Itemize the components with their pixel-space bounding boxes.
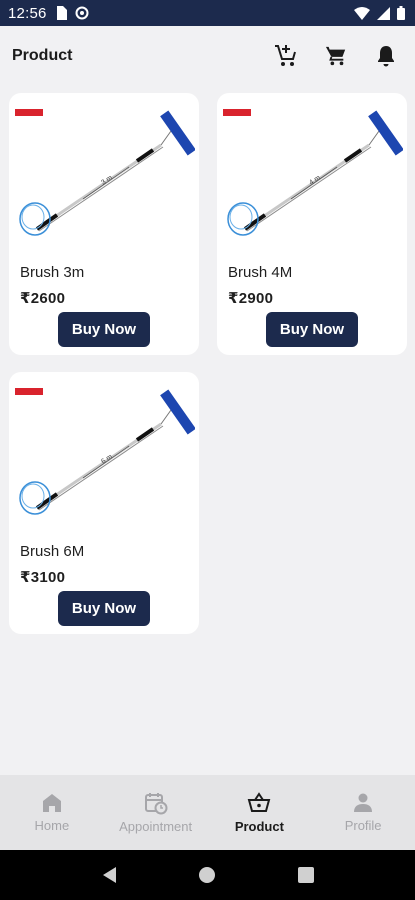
calendar-clock-icon	[144, 793, 168, 815]
product-image: 3 m	[19, 110, 195, 236]
basket-icon	[248, 792, 271, 812]
nav-label: Home	[34, 818, 70, 833]
status-left: 12:56	[8, 5, 89, 22]
bottom-nav: Home Appointment Product Profile	[0, 775, 415, 850]
product-name: Brush 6M	[20, 543, 85, 560]
home-icon	[42, 794, 61, 812]
page-title: Product	[12, 47, 73, 64]
product-grid: 3 m Brush 3m ₹2600 Buy Now 4 m Brush 4M …	[9, 93, 407, 634]
product-card[interactable]: 6 m Brush 6M ₹3100 Buy Now	[9, 372, 199, 634]
wifi-icon	[354, 6, 370, 20]
battery-icon	[397, 6, 405, 20]
buy-now-button[interactable]: Buy Now	[58, 312, 150, 347]
status-time: 12:56	[8, 4, 47, 22]
system-nav	[0, 850, 415, 900]
recents-icon[interactable]	[291, 860, 321, 890]
status-right	[354, 6, 405, 20]
nav-item-home[interactable]: Home	[2, 792, 102, 833]
back-icon[interactable]	[94, 860, 124, 890]
nav-label: Product	[234, 819, 284, 834]
sim-card-icon	[55, 6, 67, 20]
status-bar: 12:56	[0, 0, 415, 26]
nav-label: Appointment	[119, 819, 193, 834]
product-image: 6 m	[19, 389, 195, 515]
product-name: Brush 4M	[228, 264, 293, 281]
signal-icon	[377, 6, 390, 20]
person-icon	[354, 793, 373, 812]
nav-item-appointment[interactable]: Appointment	[106, 791, 206, 834]
data-saver-icon	[75, 6, 89, 20]
nav-label: Profile	[344, 818, 382, 833]
home-circle-icon[interactable]	[192, 860, 222, 890]
nav-item-product[interactable]: Product	[209, 791, 309, 834]
cart-icon[interactable]	[321, 41, 351, 71]
header-actions	[271, 41, 403, 71]
product-price: ₹2600	[20, 290, 66, 307]
cart-add-icon[interactable]	[271, 41, 301, 71]
product-name: Brush 3m	[20, 264, 85, 281]
product-image: 4 m	[227, 110, 403, 236]
nav-item-profile[interactable]: Profile	[313, 792, 413, 833]
product-card[interactable]: 3 m Brush 3m ₹2600 Buy Now	[9, 93, 199, 355]
buy-now-button[interactable]: Buy Now	[58, 591, 150, 626]
buy-now-button[interactable]: Buy Now	[266, 312, 358, 347]
product-price: ₹3100	[20, 569, 66, 586]
app-header: Product	[0, 26, 415, 86]
product-card[interactable]: 4 m Brush 4M ₹2900 Buy Now	[217, 93, 407, 355]
product-price: ₹2900	[228, 290, 274, 307]
bell-icon[interactable]	[371, 41, 401, 71]
